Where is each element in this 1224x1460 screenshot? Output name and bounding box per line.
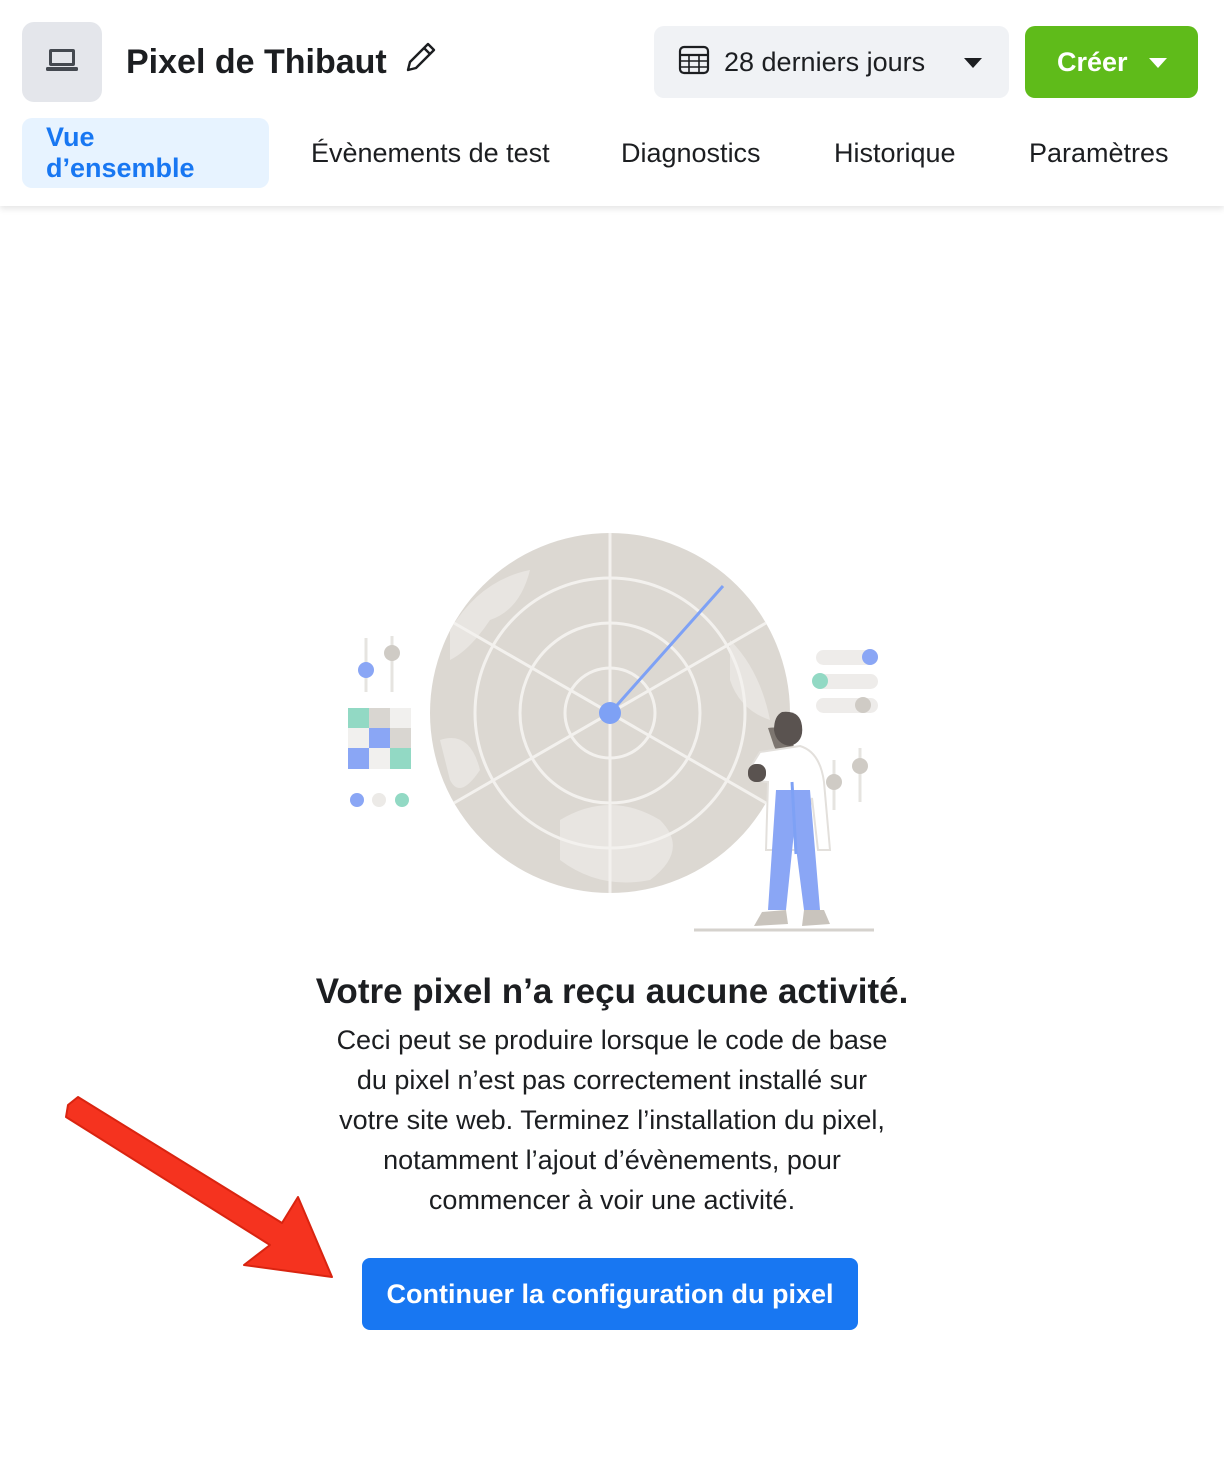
empty-state-title: Votre pixel n’a reçu aucune activité. (315, 972, 909, 1011)
red-arrow-annotation (65, 1096, 333, 1278)
date-range-label: 28 derniers jours (724, 46, 926, 77)
pencil-icon[interactable] (402, 40, 438, 76)
page-header: Pixel de Thibaut 28 derniers jours Créer (0, 0, 1224, 206)
create-button[interactable]: Créer (1025, 26, 1198, 98)
description-line: Ceci peut se produire lorsque le code de… (336, 1025, 888, 1055)
description-line: notamment l’ajout d’évènements, pour (383, 1145, 841, 1175)
tab-test-events[interactable]: Évènements de test (311, 118, 550, 188)
tab-history[interactable]: Historique (834, 118, 956, 188)
tab-diagnostics[interactable]: Diagnostics (621, 118, 761, 188)
tab-overview[interactable]: Vue d’ensemble (22, 118, 269, 188)
pixel-title: Pixel de Thibaut (126, 43, 387, 81)
laptop-icon (45, 47, 79, 78)
create-button-label: Créer (1057, 46, 1128, 77)
radar-scientist-illustration (348, 533, 878, 932)
date-range-dropdown[interactable]: 28 derniers jours (654, 26, 1009, 98)
grid-decoration (348, 708, 411, 807)
caret-down-icon (1148, 56, 1168, 74)
pixel-icon-box (22, 22, 102, 102)
caret-down-icon (963, 56, 983, 74)
description-line: du pixel n’est pas correctement installé… (356, 1065, 868, 1095)
description-line: commencer à voir une activité. (428, 1185, 796, 1215)
tab-settings[interactable]: Paramètres (1029, 118, 1169, 188)
slider-decoration (358, 636, 400, 692)
empty-state-description: Ceci peut se produire lorsque le code de… (312, 1020, 912, 1220)
radar-graphic (430, 533, 790, 893)
continue-setup-button[interactable]: Continuer la configuration du pixel (362, 1258, 858, 1330)
description-line: votre site web. Terminez l’installation … (339, 1105, 885, 1135)
continue-setup-label: Continuer la configuration du pixel (386, 1278, 834, 1309)
calendar-icon (678, 44, 710, 81)
